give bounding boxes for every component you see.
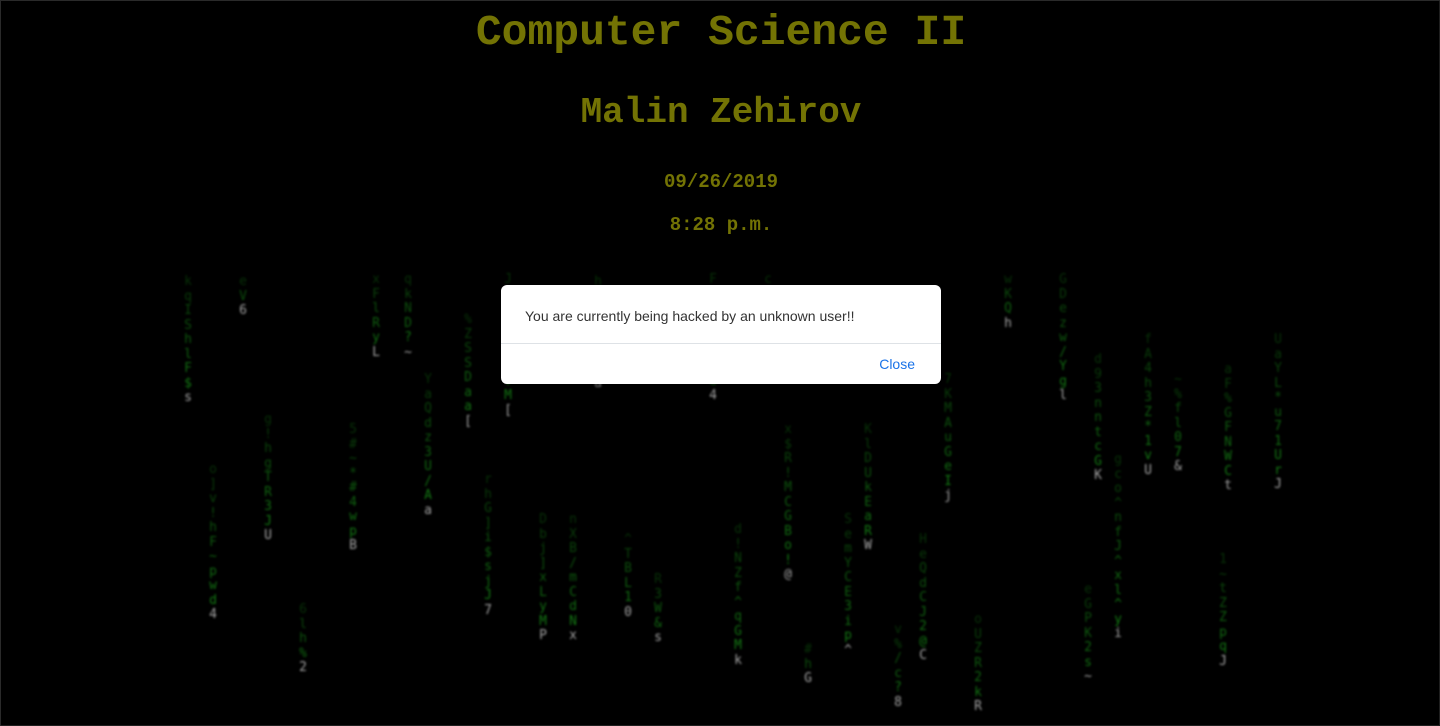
dialog-footer: Close [501,344,941,384]
alert-dialog: You are currently being hacked by an unk… [501,285,941,384]
dialog-message: You are currently being hacked by an unk… [525,308,855,324]
dialog-body: You are currently being hacked by an unk… [501,285,941,344]
close-button[interactable]: Close [879,355,915,373]
